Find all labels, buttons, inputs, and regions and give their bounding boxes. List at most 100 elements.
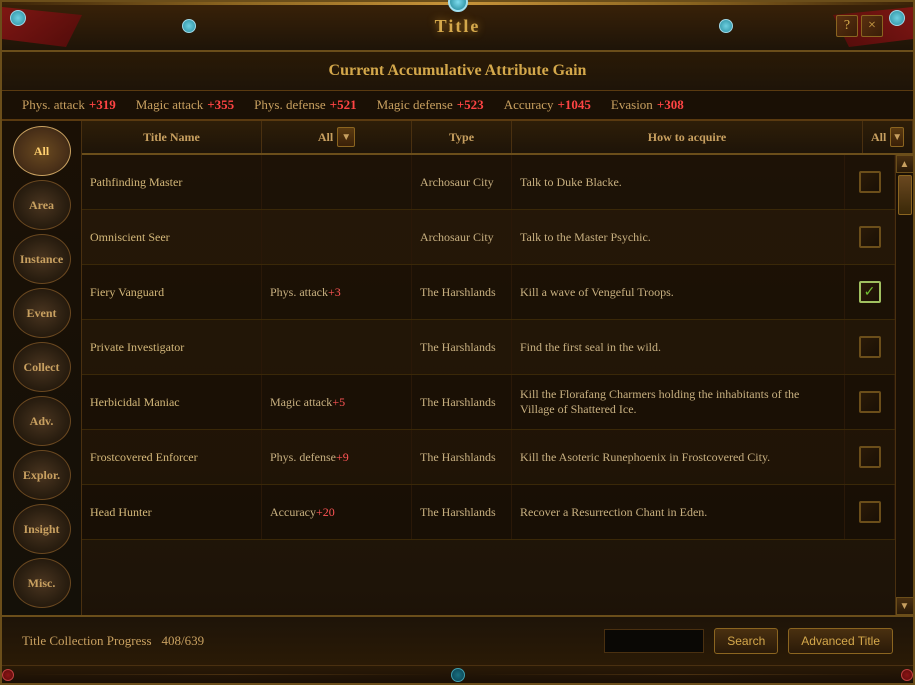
scroll-up-arrow[interactable]: ▲ [896, 155, 914, 173]
td-check [845, 210, 895, 264]
td-area: The Harshlands [412, 375, 512, 429]
stats-bar: Phys. attack +319 Magic attack +355 Phys. … [2, 91, 913, 121]
main-window: Title ? × Current Accumulative Attribute… [0, 0, 915, 685]
corner-gem-left [10, 10, 26, 26]
stat-value: +308 [657, 97, 684, 113]
header-gem-right [719, 19, 733, 33]
bottom-gem-left [2, 669, 14, 681]
bottom-edge [2, 665, 913, 683]
td-area: Archosaur City [412, 210, 512, 264]
progress-label: Title Collection Progress [22, 633, 152, 649]
stat-value: +355 [207, 97, 234, 113]
category-button-event[interactable]: Event [13, 288, 71, 338]
td-how: Find the first seal in the wild. [512, 320, 845, 374]
td-how: Kill the Florafang Charmers holding the … [512, 375, 845, 429]
checkbox[interactable] [859, 336, 881, 358]
corner-gem-right [889, 10, 905, 26]
scrollbar[interactable]: ▲ ▼ [895, 155, 913, 615]
checkbox[interactable] [859, 391, 881, 413]
search-button[interactable]: Search [714, 628, 778, 654]
td-area: The Harshlands [412, 320, 512, 374]
stat-value: +521 [330, 97, 357, 113]
checkbox[interactable] [859, 501, 881, 523]
td-check [845, 320, 895, 374]
dropdown-all-right[interactable]: ▼ [890, 127, 904, 147]
td-bonus [262, 155, 412, 209]
scroll-down-arrow[interactable]: ▼ [896, 597, 914, 615]
stat-item: Magic attack +355 [136, 97, 234, 113]
category-sidebar: AllAreaInstanceEventCollectAdv.Explor.In… [2, 121, 82, 615]
checkbox[interactable] [859, 281, 881, 303]
td-title-name: Herbicidal Maniac [82, 375, 262, 429]
header-gem-left [182, 19, 196, 33]
table-header: Title Name All ▼ Type How to acquire All… [82, 121, 913, 155]
checkbox[interactable] [859, 171, 881, 193]
td-how: Talk to Duke Blacke. [512, 155, 845, 209]
category-button-area[interactable]: Area [13, 180, 71, 230]
td-check [845, 375, 895, 429]
table-row: Fiery Vanguard Phys. attack +3 The Harsh… [82, 265, 895, 320]
table-row: Pathfinding Master Archosaur City Talk t… [82, 155, 895, 210]
td-how: Recover a Resurrection Chant in Eden. [512, 485, 845, 539]
td-bonus [262, 210, 412, 264]
td-check [845, 485, 895, 539]
checkbox[interactable] [859, 446, 881, 468]
category-button-explor[interactable]: Explor. [13, 450, 71, 500]
category-button-adv[interactable]: Adv. [13, 396, 71, 446]
stat-label: Phys. attack [22, 97, 85, 113]
title-bar: Title ? × [2, 2, 913, 52]
checkbox[interactable] [859, 226, 881, 248]
category-button-collect[interactable]: Collect [13, 342, 71, 392]
search-input-wrapper [604, 629, 704, 653]
td-check [845, 265, 895, 319]
category-button-all[interactable]: All [13, 126, 71, 176]
stat-label: Phys. defense [254, 97, 326, 113]
td-bonus: Magic attack +5 [262, 375, 412, 429]
scroll-thumb[interactable] [898, 175, 912, 215]
table-row: Omniscient Seer Archosaur City Talk to t… [82, 210, 895, 265]
stat-label: Accuracy [504, 97, 554, 113]
td-bonus: Phys. attack +3 [262, 265, 412, 319]
td-title-name: Fiery Vanguard [82, 265, 262, 319]
td-title-name: Frostcovered Enforcer [82, 430, 262, 484]
window-title: Title [435, 16, 481, 37]
progress-value: 408/639 [162, 633, 205, 649]
th-title-name: Title Name [82, 121, 262, 153]
stat-label: Magic attack [136, 97, 204, 113]
td-area: The Harshlands [412, 430, 512, 484]
category-button-instance[interactable]: Instance [13, 234, 71, 284]
subtitle-bar: Current Accumulative Attribute Gain [2, 52, 913, 91]
stat-item: Magic defense +523 [377, 97, 484, 113]
search-input[interactable] [604, 629, 704, 653]
stat-value: +319 [89, 97, 116, 113]
table-row: Head Hunter Accuracy +20 The Harshlands … [82, 485, 895, 540]
stat-label: Evasion [611, 97, 653, 113]
td-bonus [262, 320, 412, 374]
stat-item: Phys. defense +521 [254, 97, 356, 113]
td-title-name: Omniscient Seer [82, 210, 262, 264]
bottom-center-gem [451, 668, 465, 682]
table-row: Private Investigator The Harshlands Find… [82, 320, 895, 375]
th-type-right: Type [412, 121, 512, 153]
help-button[interactable]: ? [836, 15, 858, 37]
stat-value: +523 [457, 97, 484, 113]
bottom-bar: Title Collection Progress 408/639 Search… [2, 615, 913, 665]
td-how: Kill a wave of Vengeful Troops. [512, 265, 845, 319]
stat-item: Evasion +308 [611, 97, 684, 113]
category-button-misc[interactable]: Misc. [13, 558, 71, 608]
title-gem-top [448, 0, 468, 12]
close-button[interactable]: × [861, 15, 883, 37]
td-title-name: Head Hunter [82, 485, 262, 539]
advanced-title-button[interactable]: Advanced Title [788, 628, 893, 654]
bottom-gem-right [901, 669, 913, 681]
td-bonus: Phys. defense +9 [262, 430, 412, 484]
category-button-insight[interactable]: Insight [13, 504, 71, 554]
table-row: Herbicidal Maniac Magic attack +5 The Ha… [82, 375, 895, 430]
th-all-right: All ▼ [863, 121, 913, 153]
stat-label: Magic defense [377, 97, 453, 113]
stat-item: Phys. attack +319 [22, 97, 116, 113]
table-container: AllAreaInstanceEventCollectAdv.Explor.In… [2, 121, 913, 615]
td-title-name: Private Investigator [82, 320, 262, 374]
th-how-to-acquire: How to acquire [512, 121, 863, 153]
dropdown-all-left[interactable]: ▼ [337, 127, 355, 147]
